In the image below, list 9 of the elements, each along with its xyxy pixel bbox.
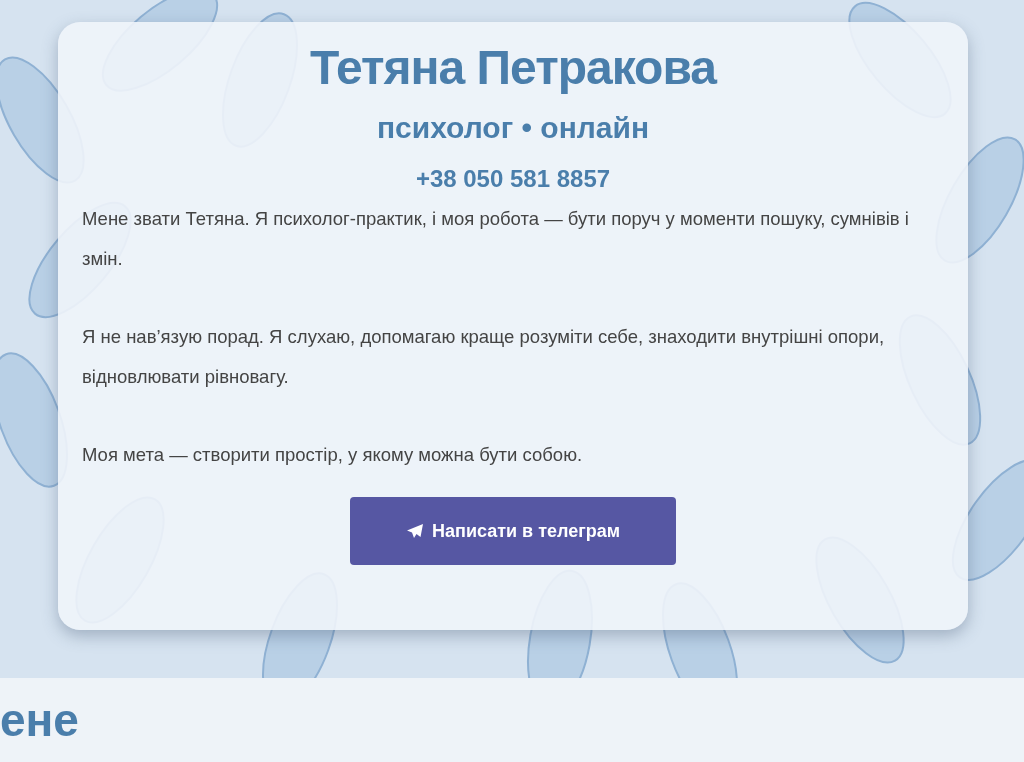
paragraph: Я не нав’язую порад. Я слухаю, допомагаю краще розуміти себе, знаходити внутрішні опори, відновлювати рівновагу. [82, 325, 886, 389]
section-heading: ене [0, 693, 80, 748]
name-heading: Тетяна Петракова [310, 40, 716, 95]
paper-plane-icon [406, 523, 424, 539]
telegram-button[interactable]: Написати в телеграм [350, 497, 676, 565]
paragraph: Мене звати Тетяна. Я психолог-практик, і моя робота — бути поруч у моменти пошуку, сумнівів і змін. [82, 207, 910, 271]
subtitle: психолог • онлайн [376, 111, 650, 145]
paragraph: Моя мета — створити простір, у якому можна бути собою. [82, 443, 584, 467]
phone-number: +38 050 581 8857 [415, 165, 611, 193]
